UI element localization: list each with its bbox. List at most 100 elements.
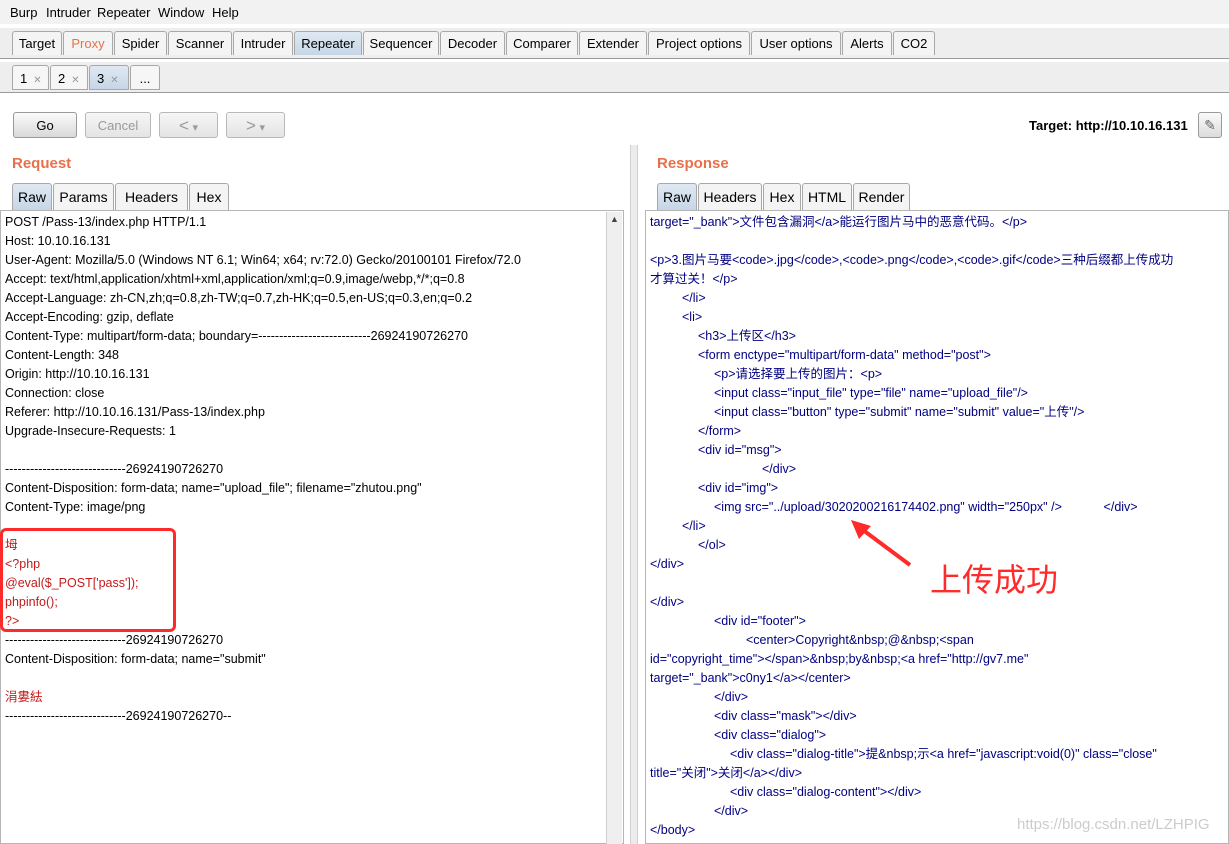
request-line: Connection: close — [5, 386, 105, 400]
response-tab-html[interactable]: HTML — [802, 183, 852, 210]
request-line-text: Content-Disposition: form-data; name="up… — [5, 481, 422, 495]
response-line: </li> — [682, 291, 706, 305]
tab-intruder[interactable]: Intruder — [233, 31, 293, 55]
request-line: Referer: http://10.10.16.131/Pass-13/ind… — [5, 405, 265, 419]
response-line: 才算过关！</p> — [650, 272, 738, 286]
response-line: </div> — [650, 595, 685, 609]
menu-help[interactable]: Help — [212, 5, 239, 20]
request-line: Upgrade-Insecure-Requests: 1 — [5, 424, 176, 438]
tab-proxy[interactable]: Proxy — [63, 31, 113, 55]
request-tab-hex[interactable]: Hex — [189, 183, 229, 210]
request-editor[interactable]: POST /Pass-13/index.php HTTP/1.1 Host: 1… — [0, 210, 624, 844]
request-line: Content-Length: 348 — [5, 348, 119, 362]
tab-user-options[interactable]: User options — [751, 31, 841, 55]
menu-bar: Burp Intruder Repeater Window Help — [0, 0, 1229, 24]
response-line: </form> — [698, 424, 742, 438]
response-tab-hex[interactable]: Hex — [763, 183, 801, 210]
response-line: </div> — [762, 462, 797, 476]
request-line: -----------------------------26924190726… — [5, 462, 224, 476]
response-line: <center>Copyright&nbsp;@&nbsp;<span — [746, 633, 974, 647]
response-line: </body> — [650, 823, 696, 837]
menu-repeater[interactable]: Repeater — [97, 5, 150, 20]
tab-comparer[interactable]: Comparer — [506, 31, 578, 55]
back-button[interactable]: < ▾ — [159, 112, 218, 138]
response-line: target="_bank">文件包含漏洞</a>能运行图片马中的恶意代码。</… — [650, 215, 1028, 229]
response-line: <li> — [682, 310, 703, 324]
response-line: <input class="button" type="submit" name… — [714, 405, 1085, 419]
repeater-tab-1[interactable]: 1 ✕ — [12, 65, 49, 90]
target-label: Target: http://10.10.16.131 — [1029, 118, 1188, 133]
close-icon[interactable]: ✕ — [110, 75, 118, 86]
response-line: <div class="dialog-title">提&nbsp;示<a hre… — [730, 747, 1157, 761]
close-icon[interactable]: ✕ — [71, 75, 79, 86]
chevron-down-icon: ▾ — [192, 122, 199, 134]
response-line: <div class="dialog"> — [714, 728, 827, 742]
repeater-tab-label: 2 — [58, 71, 66, 86]
scroll-up-icon[interactable]: ▲ — [607, 212, 622, 227]
chevron-down-icon: ▾ — [259, 122, 266, 134]
tab-extender[interactable]: Extender — [579, 31, 647, 55]
forward-arrow-icon: > — [245, 116, 256, 135]
request-line: Content-Type: image/png — [5, 500, 146, 514]
response-tab-headers[interactable]: Headers — [698, 183, 762, 210]
request-line: Host: 10.10.16.131 — [5, 234, 111, 248]
response-editor[interactable]: target="_bank">文件包含漏洞</a>能运行图片马中的恶意代码。</… — [645, 210, 1229, 844]
request-line: Origin: http://10.10.16.131 — [5, 367, 150, 381]
response-line: </li> — [682, 519, 706, 533]
tab-target[interactable]: Target — [12, 31, 62, 55]
tab-scanner[interactable]: Scanner — [168, 31, 232, 55]
request-title: Request — [12, 155, 72, 172]
response-line: <div id="msg"> — [698, 443, 782, 457]
response-line: <div class="dialog-content"></div> — [730, 785, 922, 799]
response-tab-raw[interactable]: Raw — [657, 183, 697, 210]
request-line: -----------------------------26924190726… — [5, 709, 232, 723]
tab-decoder[interactable]: Decoder — [440, 31, 505, 55]
repeater-tabs: 1 ✕ 2 ✕ 3 ✕ ... — [0, 62, 1229, 93]
repeater-tab-new[interactable]: ... — [130, 65, 160, 90]
close-icon[interactable]: ✕ — [33, 75, 41, 86]
repeater-tab-2[interactable]: 2 ✕ — [50, 65, 88, 90]
annotation-arrow-icon — [851, 520, 912, 567]
request-line: Accept-Language: zh-CN,zh;q=0.8,zh-TW;q=… — [5, 291, 473, 305]
tab-spider[interactable]: Spider — [114, 31, 167, 55]
response-line: <h3>上传区</h3> — [698, 329, 796, 343]
main-tabs: Target Proxy Spider Scanner Intruder Rep… — [0, 28, 1229, 59]
forward-button[interactable]: > ▾ — [226, 112, 285, 138]
back-arrow-icon: < — [178, 116, 189, 135]
repeater-tab-3[interactable]: 3 ✕ — [89, 65, 129, 90]
response-line: <div id="footer"> — [714, 614, 806, 628]
cancel-button[interactable]: Cancel — [85, 112, 151, 138]
request-tab-headers[interactable]: Headers — [115, 183, 188, 210]
request-line: Content-Type: multipart/form-data; bound… — [5, 329, 468, 343]
split-pane-divider[interactable] — [630, 145, 638, 844]
request-tab-raw[interactable]: Raw — [12, 183, 52, 210]
request-scrollbar[interactable]: ▲ — [606, 212, 622, 844]
request-line: Accept-Encoding: gzip, deflate — [5, 310, 174, 324]
watermark: https://blog.csdn.net/LZHPIG — [1017, 816, 1210, 833]
menu-burp[interactable]: Burp — [10, 5, 37, 20]
menu-window[interactable]: Window — [158, 5, 204, 20]
response-title: Response — [657, 155, 729, 172]
response-line: id="copyright_time"></span>&nbsp;by&nbsp… — [650, 652, 1029, 666]
menu-intruder[interactable]: Intruder — [46, 5, 91, 20]
request-line: -----------------------------26924190726… — [5, 633, 224, 647]
tab-alerts[interactable]: Alerts — [842, 31, 892, 55]
request-line: Accept: text/html,application/xhtml+xml,… — [5, 272, 465, 286]
response-line: </div> — [714, 804, 749, 818]
pencil-icon: ✎ — [1204, 117, 1216, 133]
response-line: <form enctype="multipart/form-data" meth… — [698, 348, 991, 362]
request-tab-params[interactable]: Params — [53, 183, 114, 210]
request-line: 涓婁紶 — [5, 690, 43, 704]
tab-sequencer[interactable]: Sequencer — [363, 31, 439, 55]
response-line: <div class="mask"></div> — [714, 709, 857, 723]
response-tab-render[interactable]: Render — [853, 183, 910, 210]
tab-project-options[interactable]: Project options — [648, 31, 750, 55]
response-line: <div id="img"> — [698, 481, 779, 495]
response-line: </ol> — [698, 538, 726, 552]
go-button[interactable]: Go — [13, 112, 77, 138]
edit-target-button[interactable]: ✎ — [1198, 112, 1222, 138]
response-line: title="关闭">关闭</a></div> — [650, 766, 803, 780]
request-line: POST /Pass-13/index.php HTTP/1.1 — [5, 215, 207, 229]
tab-co2[interactable]: CO2 — [893, 31, 935, 55]
tab-repeater[interactable]: Repeater — [294, 31, 362, 55]
